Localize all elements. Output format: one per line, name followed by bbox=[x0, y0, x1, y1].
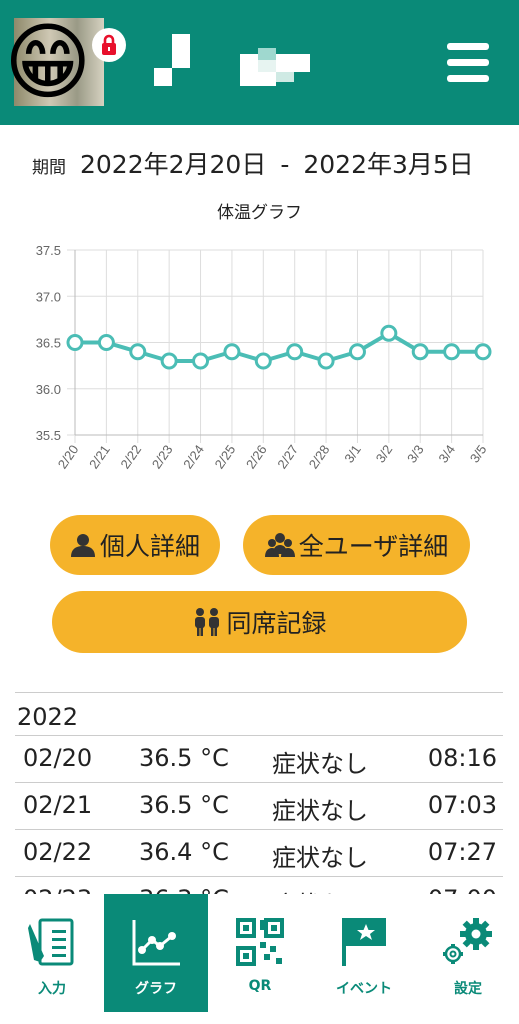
x-tick-label: 2/28 bbox=[306, 442, 333, 471]
pixelated-logo-icon bbox=[154, 34, 190, 86]
nav-label: イベント bbox=[336, 981, 392, 997]
record-date: 02/20 bbox=[23, 744, 93, 772]
data-point bbox=[160, 352, 178, 370]
grinning-face-icon: 😁 bbox=[4, 13, 92, 111]
record-time: 08:16 bbox=[427, 744, 497, 772]
line-chart-icon bbox=[132, 920, 180, 966]
record-date: 02/21 bbox=[23, 791, 93, 819]
person-icon bbox=[70, 534, 95, 557]
record-row[interactable]: 02/22 36.4 °C 症状なし 07:27 bbox=[15, 829, 503, 876]
nav-label: 入力 bbox=[38, 981, 66, 997]
y-tick-label: 36.0 bbox=[36, 382, 61, 397]
attendance-record-label: 同席記録 bbox=[226, 609, 327, 638]
period-separator: - bbox=[280, 150, 290, 179]
nav-item-settings[interactable]: 設定 bbox=[416, 894, 519, 1012]
temperature-chart: 35.5 36.0 36.5 37.0 37.5 2/20 2/21 2/22 2/23 2/24… bbox=[36, 243, 492, 471]
period-start: 2022年2月20日 bbox=[80, 150, 267, 179]
lock-icon bbox=[92, 28, 126, 62]
record-time: 07:03 bbox=[427, 791, 497, 819]
nav-label: 設定 bbox=[454, 981, 482, 997]
x-tick-label: 3/2 bbox=[373, 442, 396, 465]
data-point bbox=[380, 324, 398, 342]
period-end: 2022年3月5日 bbox=[303, 150, 474, 179]
records-list: 2022 02/20 36.5 °C 症状なし 08:16 02/21 36.5… bbox=[15, 692, 503, 923]
x-tick-label: 2/21 bbox=[86, 442, 113, 471]
nav-label: QR bbox=[248, 978, 272, 994]
data-point bbox=[411, 343, 429, 361]
data-point bbox=[129, 343, 147, 361]
record-row[interactable]: 02/21 36.5 °C 症状なし 07:03 bbox=[15, 782, 503, 829]
period: 期間 2022年2月20日 - 2022年3月5日 bbox=[32, 145, 474, 181]
record-temperature: 36.5 °C bbox=[139, 744, 229, 772]
data-point bbox=[317, 352, 335, 370]
data-point bbox=[443, 343, 461, 361]
x-tick-label: 2/24 bbox=[180, 442, 207, 471]
record-temperature: 36.4 °C bbox=[139, 838, 229, 866]
x-tick-label: 2/25 bbox=[212, 442, 239, 471]
x-tick-label: 3/4 bbox=[435, 442, 458, 465]
nav-item-event[interactable]: イベント bbox=[312, 894, 416, 1012]
data-point bbox=[286, 343, 304, 361]
nav-item-graph[interactable]: グラフ bbox=[104, 894, 208, 1012]
y-tick-label: 37.5 bbox=[36, 243, 61, 258]
period-label: 期間 bbox=[32, 158, 66, 178]
graph-title: 体温グラフ bbox=[217, 203, 302, 223]
nav-item-qr[interactable]: QR bbox=[208, 894, 312, 1012]
x-tick-label: 2/20 bbox=[55, 442, 82, 471]
record-row[interactable]: 02/20 36.5 °C 症状なし 08:16 bbox=[15, 735, 503, 782]
x-tick-label: 2/22 bbox=[117, 442, 144, 471]
data-point bbox=[348, 343, 366, 361]
avatar[interactable]: 😁 bbox=[4, 18, 126, 108]
attendance-record-button[interactable]: 同席記録 bbox=[52, 591, 467, 653]
qr-code-icon bbox=[236, 918, 284, 966]
x-tick-label: 3/1 bbox=[341, 442, 364, 465]
app: 😁 期間 2022年2月20日 - 2022年3月5日 体温グラフ 35.5 3… bbox=[0, 0, 519, 1024]
nav-label: グラフ bbox=[135, 981, 177, 997]
data-point bbox=[192, 352, 210, 370]
data-point bbox=[474, 343, 492, 361]
all-users-details-label: 全ユーザ詳細 bbox=[298, 532, 449, 561]
personal-details-label: 個人詳細 bbox=[99, 532, 200, 561]
app-header: 😁 bbox=[0, 0, 519, 125]
hamburger-menu-icon[interactable] bbox=[447, 43, 489, 83]
record-date: 02/22 bbox=[23, 838, 93, 866]
personal-details-button[interactable]: 個人詳細 bbox=[50, 515, 220, 575]
x-tick-label: 3/3 bbox=[404, 442, 427, 465]
two-people-icon bbox=[195, 608, 220, 636]
record-time: 07:27 bbox=[427, 838, 497, 866]
users-icon bbox=[264, 533, 295, 557]
pixelated-name-icon bbox=[240, 48, 310, 86]
data-point bbox=[223, 343, 241, 361]
x-tick-label: 3/5 bbox=[467, 442, 490, 465]
records-year: 2022 bbox=[15, 692, 503, 735]
y-tick-label: 35.5 bbox=[36, 428, 61, 443]
bottom-nav: 入力 グラフ QR イベント 設定 bbox=[0, 894, 519, 1024]
record-symptom: 症状なし bbox=[272, 797, 368, 825]
all-users-details-button[interactable]: 全ユーザ詳細 bbox=[243, 515, 470, 575]
record-symptom: 症状なし bbox=[272, 844, 368, 872]
x-tick-label: 2/26 bbox=[243, 442, 270, 471]
clipboard-thermometer-icon bbox=[28, 918, 74, 966]
y-tick-label: 37.0 bbox=[36, 289, 61, 304]
y-tick-label: 36.5 bbox=[36, 336, 61, 351]
gear-icon bbox=[443, 918, 492, 964]
flag-star-icon bbox=[342, 918, 386, 966]
data-point bbox=[97, 334, 115, 351]
record-symptom: 症状なし bbox=[272, 750, 368, 778]
x-tick-label: 2/27 bbox=[274, 442, 301, 471]
data-point bbox=[254, 352, 272, 370]
data-point bbox=[66, 334, 84, 351]
x-tick-label: 2/23 bbox=[149, 442, 176, 471]
record-temperature: 36.5 °C bbox=[139, 791, 229, 819]
nav-item-input[interactable]: 入力 bbox=[0, 894, 104, 1012]
